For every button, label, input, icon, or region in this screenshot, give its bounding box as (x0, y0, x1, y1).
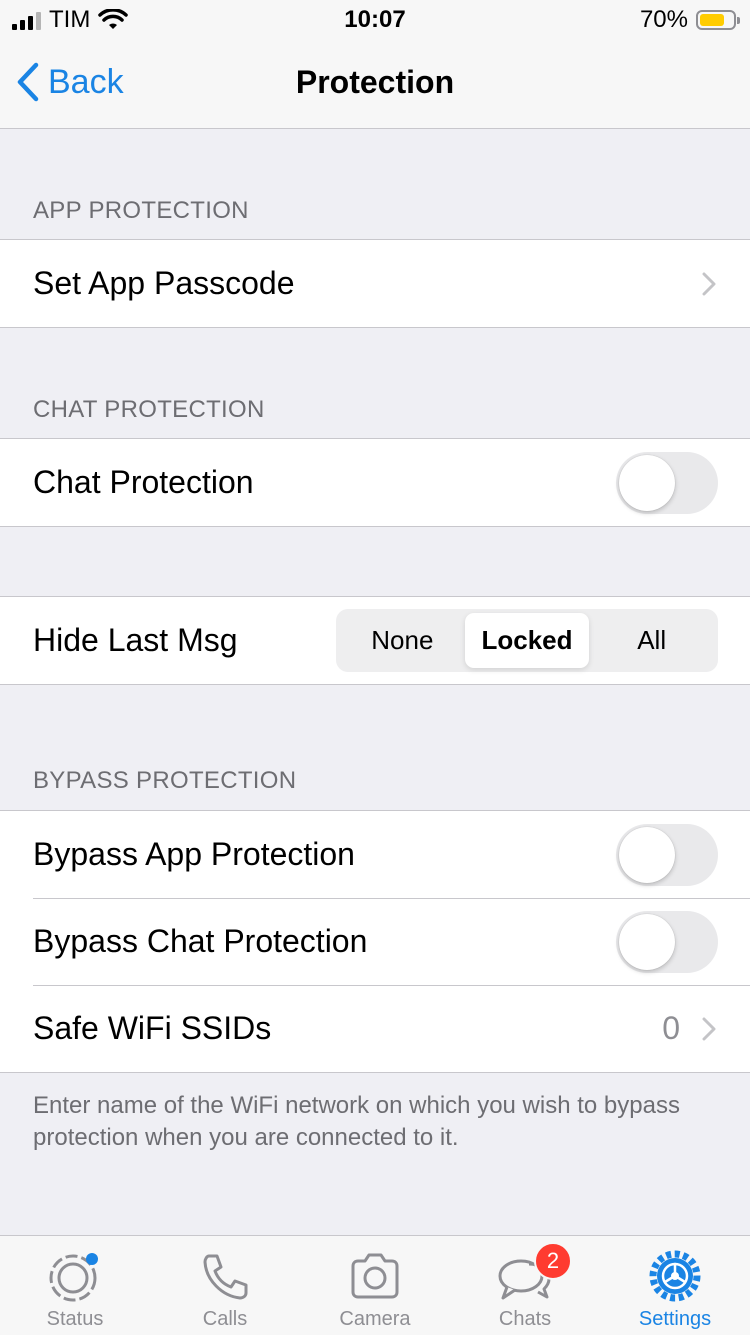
tab-settings[interactable]: Settings (600, 1236, 750, 1335)
safe-wifi-ssids-count: 0 (662, 1010, 680, 1046)
segment-all[interactable]: All (589, 613, 714, 668)
group-app-protection: Set App Passcode (0, 239, 750, 328)
tab-status[interactable]: Status (0, 1236, 150, 1335)
bypass-chat-protection-toggle[interactable] (616, 910, 718, 973)
chat-protection-label: Chat Protection (33, 464, 254, 500)
set-app-passcode-row[interactable]: Set App Passcode (0, 240, 750, 327)
chats-unread-badge: 2 (534, 1242, 572, 1280)
tab-camera[interactable]: Camera (300, 1236, 450, 1335)
tab-chats[interactable]: 2 Chats (450, 1236, 600, 1335)
bypass-footer-note: Enter name of the WiFi network on which … (33, 1092, 680, 1151)
set-app-passcode-label: Set App Passcode (33, 265, 295, 301)
battery-info: 70% (639, 6, 740, 34)
bypass-app-protection-label: Bypass App Protection (33, 836, 355, 872)
safe-wifi-ssids-label: Safe WiFi SSIDs (33, 1010, 272, 1046)
phone-icon (203, 1254, 248, 1300)
page-title: Protection (295, 64, 455, 100)
hide-last-msg-segmented-control: None Locked All (336, 609, 718, 672)
group-hide-last-msg: Hide Last Msg None Locked All (0, 596, 750, 685)
tab-calls-label: Calls (202, 1308, 248, 1330)
battery-icon (696, 10, 740, 30)
battery-percent: 70% (639, 6, 688, 33)
tab-bar: Status Calls Camera 2 Chats Settings (0, 1235, 750, 1335)
section-header-app-protection: APP PROTECTION (33, 197, 249, 224)
settings-gear-icon (649, 1250, 701, 1302)
bypass-chat-protection-label: Bypass Chat Protection (33, 923, 368, 959)
segment-locked[interactable]: Locked (464, 613, 590, 668)
tab-settings-label: Settings (638, 1308, 712, 1330)
safe-wifi-ssids-row[interactable]: Safe WiFi SSIDs 0 (0, 985, 750, 1072)
status-bar: TIM 10:07 70% (0, 0, 750, 40)
tab-status-label: Status (46, 1308, 104, 1330)
group-bypass-protection: Bypass App Protection Bypass Chat Protec… (0, 810, 750, 1073)
hide-last-msg-row: Hide Last Msg None Locked All (0, 597, 750, 684)
segment-none[interactable]: None (340, 613, 465, 668)
navigation-bar: Back Protection (0, 40, 750, 129)
tab-camera-label: Camera (339, 1308, 411, 1330)
group-chat-protection: Chat Protection (0, 438, 750, 527)
camera-icon (351, 1253, 399, 1299)
status-time: 10:07 (344, 6, 406, 33)
bypass-chat-protection-row: Bypass Chat Protection (0, 898, 750, 985)
status-icon (49, 1253, 98, 1302)
chevron-right-icon (702, 1017, 716, 1041)
section-header-bypass-protection: BYPASS PROTECTION (33, 767, 297, 794)
chat-protection-toggle[interactable] (616, 451, 718, 514)
chat-protection-row: Chat Protection (0, 439, 750, 526)
bypass-app-protection-toggle[interactable] (616, 823, 718, 886)
bypass-app-protection-row: Bypass App Protection (0, 811, 750, 898)
section-header-chat-protection: CHAT PROTECTION (33, 396, 265, 423)
hide-last-msg-label: Hide Last Msg (33, 622, 238, 658)
tab-calls[interactable]: Calls (150, 1236, 300, 1335)
chevron-right-icon (702, 272, 716, 296)
tab-chats-label: Chats (498, 1308, 552, 1330)
